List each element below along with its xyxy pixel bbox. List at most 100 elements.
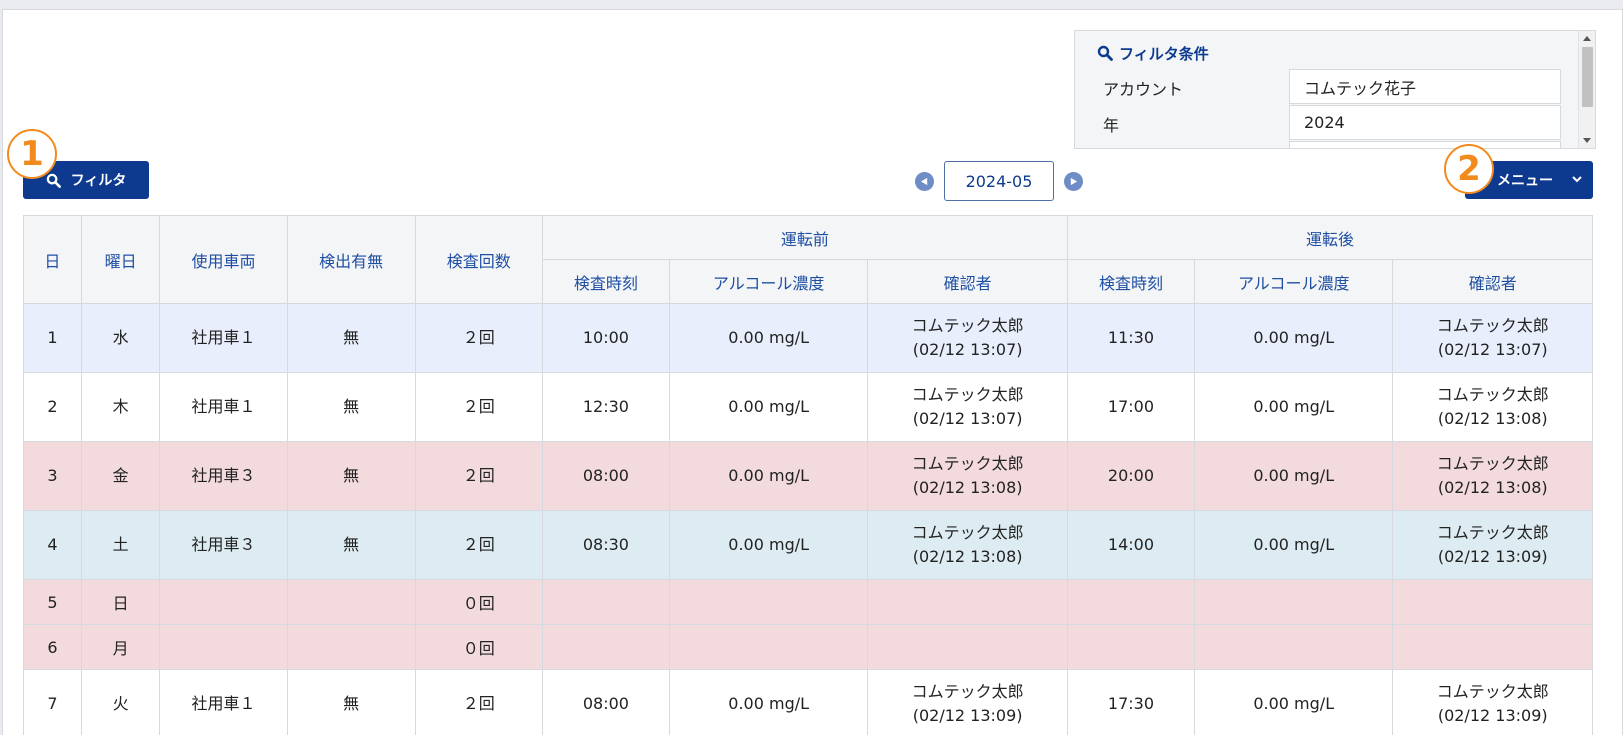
confirmer-name: コムテック太郎 (911, 385, 1024, 404)
cell-detected: 無 (286, 669, 416, 735)
header-weekday: 曜日 (80, 215, 161, 304)
filter-conditions-panel: フィルタ条件 アカウント コムテック花子 年 2024 (1074, 30, 1596, 149)
confirmer-name: コムテック太郎 (911, 523, 1024, 542)
confirmer-timestamp: (02/12 13:09) (912, 706, 1023, 725)
header-after-time: 検査時刻 (1066, 259, 1196, 304)
cell-before-concentration: 0.00 mg/L (668, 441, 869, 511)
cell-after-confirmer: コムテック太郎 (02/12 13:07) (1392, 303, 1593, 373)
table-row[interactable]: 7 火 社用車１ 無 ２回 08:00 0.00 mg/L コムテック太郎 (02… (23, 669, 1593, 735)
cell-detected: 無 (286, 303, 416, 373)
filter-value-next[interactable] (1289, 141, 1561, 148)
confirmer-name: コムテック太郎 (1436, 454, 1549, 473)
filter-conditions-title-text: フィルタ条件 (1119, 44, 1209, 63)
month-navigator: 2024-05 (915, 161, 1083, 201)
inspection-table: 日 曜日 使用車両 検出有無 検査回数 運転前 運転後 検査時刻 アルコール濃度… (23, 215, 1594, 735)
table-row[interactable]: 5 日 ０回 (23, 579, 1593, 625)
cell-vehicle: 社用車１ (159, 669, 288, 735)
confirmer-timestamp: (02/12 13:08) (912, 547, 1023, 566)
cell-before-concentration: 0.00 mg/L (668, 372, 869, 442)
confirmer-name: コムテック太郎 (911, 316, 1024, 335)
cell-weekday: 木 (80, 372, 161, 442)
cell-day: 7 (23, 669, 82, 735)
cell-before-time: 08:00 (541, 669, 670, 735)
cell-before-concentration: 0.00 mg/L (668, 510, 869, 580)
triangle-right-icon (1070, 177, 1078, 185)
cell-before-time: 08:00 (541, 441, 670, 511)
cell-detected: 無 (286, 372, 416, 442)
cell-weekday: 火 (80, 669, 161, 735)
current-month[interactable]: 2024-05 (944, 161, 1054, 201)
confirmer-timestamp: (02/12 13:08) (1437, 478, 1548, 497)
cell-before-confirmer: コムテック太郎 (02/12 13:08) (867, 510, 1068, 580)
cell-after-concentration: 0.00 mg/L (1194, 372, 1394, 442)
cell-day: 6 (23, 624, 82, 670)
account-label: アカウント (1103, 80, 1184, 99)
cell-before-confirmer: コムテック太郎 (02/12 13:08) (867, 441, 1068, 511)
cell-weekday: 日 (80, 579, 161, 625)
table-row[interactable]: 6 月 ０回 (23, 624, 1593, 670)
menu-button-label: メニュー (1497, 173, 1553, 189)
cell-vehicle: 社用車３ (159, 441, 288, 511)
cell-after-confirmer: コムテック太郎 (02/12 13:09) (1392, 669, 1593, 735)
cell-detected: 無 (286, 441, 416, 511)
filter-panel-scrollbar[interactable] (1578, 31, 1595, 148)
confirmer-name: コムテック太郎 (911, 682, 1024, 701)
header-count: 検査回数 (414, 215, 543, 304)
table-row[interactable]: 1 水 社用車１ 無 ２回 10:00 0.00 mg/L コムテック太郎 (02… (23, 303, 1593, 373)
cell-after-concentration: 0.00 mg/L (1194, 669, 1394, 735)
confirmer-name: コムテック太郎 (1436, 523, 1549, 542)
search-icon (46, 173, 61, 188)
cell-after-concentration (1194, 624, 1394, 670)
cell-day: 2 (23, 372, 82, 442)
cell-before-confirmer (867, 579, 1068, 625)
confirmer-name: コムテック太郎 (1436, 316, 1549, 335)
cell-after-time: 20:00 (1066, 441, 1196, 511)
confirmer-name: コムテック太郎 (911, 454, 1024, 473)
callout-marker-2: 2 (1444, 144, 1494, 194)
header-before-confirmer: 確認者 (867, 259, 1068, 304)
cell-before-confirmer (867, 624, 1068, 670)
cell-vehicle: 社用車１ (159, 372, 288, 442)
table-row[interactable]: 4 土 社用車３ 無 ２回 08:30 0.00 mg/L コムテック太郎 (02… (23, 510, 1593, 580)
scrollbar-thumb[interactable] (1582, 47, 1593, 107)
header-after-concentration: アルコール濃度 (1194, 259, 1394, 304)
cell-after-concentration (1194, 579, 1394, 625)
cell-vehicle (159, 579, 288, 625)
cell-before-concentration: 0.00 mg/L (668, 669, 869, 735)
header-before-time: 検査時刻 (541, 259, 670, 304)
confirmer-timestamp: (02/12 13:07) (912, 409, 1023, 428)
confirmer-name: コムテック太郎 (1436, 682, 1549, 701)
table-row[interactable]: 3 金 社用車３ 無 ２回 08:00 0.00 mg/L コムテック太郎 (02… (23, 441, 1593, 511)
cell-count: ２回 (414, 303, 543, 373)
cell-before-time: 10:00 (541, 303, 670, 373)
cell-before-concentration: 0.00 mg/L (668, 303, 869, 373)
cell-day: 1 (23, 303, 82, 373)
cell-vehicle: 社用車３ (159, 510, 288, 580)
header-after-confirmer: 確認者 (1392, 259, 1593, 304)
cell-detected (286, 624, 416, 670)
next-month-button[interactable] (1064, 171, 1083, 191)
header-after-driving: 運転後 (1066, 215, 1594, 260)
account-value[interactable]: コムテック花子 (1289, 69, 1561, 104)
year-value[interactable]: 2024 (1289, 105, 1561, 140)
cell-count: ０回 (414, 579, 543, 625)
cell-weekday: 水 (80, 303, 161, 373)
scroll-up-icon[interactable] (1583, 36, 1591, 41)
header-detected: 検出有無 (286, 215, 416, 304)
cell-vehicle (159, 624, 288, 670)
cell-before-concentration (668, 624, 869, 670)
cell-day: 4 (23, 510, 82, 580)
cell-count: ２回 (414, 441, 543, 511)
scroll-down-icon[interactable] (1583, 138, 1591, 143)
cell-vehicle: 社用車１ (159, 303, 288, 373)
cell-after-confirmer (1392, 579, 1593, 625)
cell-before-time: 08:30 (541, 510, 670, 580)
cell-before-concentration (668, 579, 869, 625)
cell-after-concentration: 0.00 mg/L (1194, 303, 1394, 373)
table-row[interactable]: 2 木 社用車１ 無 ２回 12:30 0.00 mg/L コムテック太郎 (02… (23, 372, 1593, 442)
cell-before-time (541, 624, 670, 670)
cell-before-confirmer: コムテック太郎 (02/12 13:07) (867, 372, 1068, 442)
cell-weekday: 金 (80, 441, 161, 511)
cell-after-confirmer (1392, 624, 1593, 670)
prev-month-button[interactable] (915, 171, 934, 191)
